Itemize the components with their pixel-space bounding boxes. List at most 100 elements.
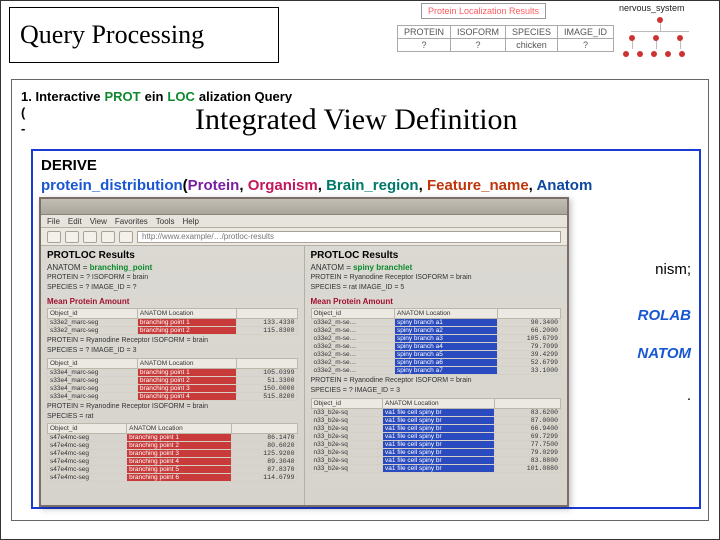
table-row: s47e4mc-segbranching point 280.6020: [48, 442, 298, 450]
table-row: o33e2_m-se…spiny branch a266.2000: [311, 326, 561, 334]
meta-line: PROTEIN = Ryanodine Receptor ISOFORM = b…: [47, 337, 298, 345]
cell-id: n33_b2e-sq: [311, 408, 382, 416]
step1-line: 1. Interactive PROTein LOCalization Quer…: [21, 89, 292, 104]
cell-value: 87.0000: [495, 416, 561, 424]
menu-view[interactable]: View: [90, 217, 107, 226]
cell-location: branching point 3: [127, 450, 232, 458]
cell-location: branching point 2: [137, 376, 236, 384]
cell-id: o33e2_m-se…: [311, 366, 394, 374]
cell-value: 150.0000: [236, 384, 297, 392]
cell-id: s33e4_marc-seg: [48, 384, 138, 392]
table-row: s47e4mc-segbranching point 489.3040: [48, 458, 298, 466]
table-row: o33e2_m-se…spiny branch a190.3400: [311, 318, 561, 326]
table-row: s33e4_marc-segbranching point 3150.0000: [48, 384, 298, 392]
cell-value: 83.6200: [495, 408, 561, 416]
cell-id: o33e2_m-se…: [311, 326, 394, 334]
window-toolbar: http://www.example/…/protloc-results: [41, 228, 567, 246]
tree-glyph: [621, 17, 701, 69]
cell-value: 79.7099: [497, 342, 560, 350]
table-row: s47e4mc-segbranching point 186.1470: [48, 434, 298, 442]
result-table: Object_idANATOM Locationn33_b2e-sqva1 fi…: [311, 398, 562, 473]
table-row: n33_b2e-sqva1 file cell spiny br66.9400: [311, 424, 561, 432]
window-menubar[interactable]: File Edit View Favorites Tools Help: [41, 215, 567, 228]
func-name: protein_distribution: [41, 177, 183, 194]
cell-value: 90.3400: [497, 318, 560, 326]
cell-value: 69.7299: [495, 432, 561, 440]
cell-id: o33e2_m-se…: [311, 358, 394, 366]
cell-location: branching point 4: [137, 392, 236, 400]
table-row: s47e4mc-segbranching point 3125.9200: [48, 450, 298, 458]
cell-location: va1 file cell spiny br: [382, 448, 494, 456]
cell-id: n33_b2e-sq: [311, 424, 382, 432]
cell-location: spiny branch a5: [394, 350, 497, 358]
cell-location: branching point 1: [137, 368, 236, 376]
pane-title: PROTLOC Results: [47, 250, 298, 261]
arg-brainregion: Brain_region: [326, 177, 419, 194]
cell-value: 66.9400: [495, 424, 561, 432]
derive-keyword: DERIVE: [41, 157, 97, 174]
cell-value: 515.8200: [236, 392, 297, 400]
table-row: n33_b2e-sqva1 file cell spiny br83.8800: [311, 456, 561, 464]
cell-id: s33e2_marc-seg: [48, 318, 138, 326]
table-row: o33e2_m-se…spiny branch a3105.6799: [311, 334, 561, 342]
ivd-title: Integrated View Definition: [191, 103, 522, 137]
cell-location: spiny branch a2: [394, 326, 497, 334]
cell-value: 89.3040: [232, 458, 297, 466]
col-header: ANATOM Location: [137, 358, 236, 368]
cell-value: 80.6020: [232, 442, 297, 450]
menu-file[interactable]: File: [47, 217, 60, 226]
meta-line: PROTEIN = ? ISOFORM = brain: [47, 274, 298, 282]
sep2: ,: [318, 177, 326, 194]
table-row: s33e2_marc-segbranching point 1133.4330: [48, 318, 298, 326]
step1-paren: (: [21, 105, 25, 120]
menu-edit[interactable]: Edit: [68, 217, 82, 226]
table-row: s33e2_marc-segbranching point 2115.8300: [48, 326, 298, 334]
rhs-frag-1: nism;: [655, 261, 691, 278]
meta-line: SPECIES = rat: [47, 413, 298, 421]
cell-location: branching point 4: [127, 458, 232, 466]
table-row: s47e4mc-segbranching point 587.8370: [48, 466, 298, 474]
menu-favorites[interactable]: Favorites: [115, 217, 148, 226]
col-header: Object_id: [311, 308, 394, 318]
cell-id: s33e4_marc-seg: [48, 368, 138, 376]
header-query-table: PROTEIN ISOFORM SPECIES IMAGE_ID ? ? chi…: [397, 25, 614, 52]
col-species: SPECIES: [506, 26, 558, 39]
cell-location: va1 file cell spiny br: [382, 408, 494, 416]
cell-id: s47e4mc-seg: [48, 474, 127, 482]
cell-location: spiny branch a3: [394, 334, 497, 342]
col-isoform: ISOFORM: [451, 26, 506, 39]
cell-value: 66.2000: [497, 326, 560, 334]
meta-line: PROTEIN = Ryanodine Receptor ISOFORM = b…: [311, 377, 562, 385]
col-header: [495, 398, 561, 408]
home-button[interactable]: [119, 231, 133, 243]
result-table: Object_idANATOM Locations47e4mc-segbranc…: [47, 423, 298, 482]
window-titlebar[interactable]: [41, 199, 567, 215]
cell-location: spiny branch a7: [394, 366, 497, 374]
col-header: ANATOM Location: [394, 308, 497, 318]
col-protein: PROTEIN: [398, 26, 451, 39]
menu-tools[interactable]: Tools: [156, 217, 175, 226]
table-row: n33_b2e-sqva1 file cell spiny br79.0299: [311, 448, 561, 456]
cell-value: 86.1470: [232, 434, 297, 442]
result-table: Object_idANATOM Locations33e2_marc-segbr…: [47, 308, 298, 335]
back-button[interactable]: [47, 231, 61, 243]
arg-organism: Organism: [248, 177, 318, 194]
window-body: PROTLOC ResultsANATOM = branching_pointP…: [41, 246, 567, 505]
cell-location: branching point 6: [127, 474, 232, 482]
stop-button[interactable]: [83, 231, 97, 243]
forward-button[interactable]: [65, 231, 79, 243]
result-table: Object_idANATOM Locationo33e2_m-se…spiny…: [311, 308, 562, 375]
menu-help[interactable]: Help: [182, 217, 198, 226]
reload-button[interactable]: [101, 231, 115, 243]
cell-id: s33e4_marc-seg: [48, 392, 138, 400]
cell-value: 114.6799: [232, 474, 297, 482]
right-pane: PROTLOC ResultsANATOM = spiny branchletP…: [305, 246, 568, 505]
browser-window: File Edit View Favorites Tools Help http…: [39, 197, 569, 507]
col-header: ANATOM Location: [137, 308, 236, 318]
cell-value: 33.1000: [497, 366, 560, 374]
url-bar[interactable]: http://www.example/…/protloc-results: [137, 231, 561, 243]
result-table: Object_idANATOM Locations33e4_marc-segbr…: [47, 358, 298, 401]
cell-location: va1 file cell spiny br: [382, 424, 494, 432]
table-row: n33_b2e-sqva1 file cell spiny br83.6200: [311, 408, 561, 416]
cell-value: 101.0880: [495, 464, 561, 472]
